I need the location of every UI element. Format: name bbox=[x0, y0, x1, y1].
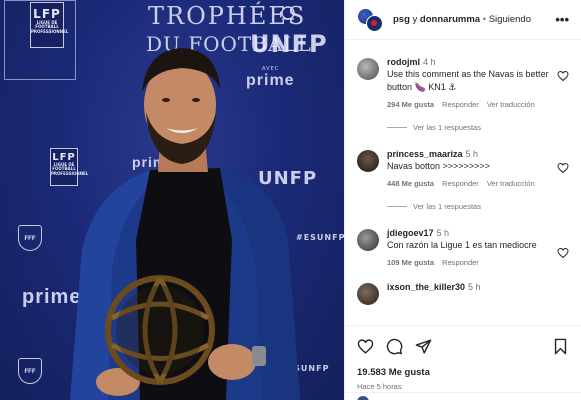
avatar[interactable] bbox=[357, 58, 379, 80]
reply-button[interactable]: Responder bbox=[442, 258, 479, 267]
post-panel: psg y donnarumma • Siguiendo ••• rodojml… bbox=[344, 0, 581, 400]
post-photo[interactable]: TROPHÉES DU FOOTBALL UNFP AVEC prime LFP… bbox=[0, 0, 344, 400]
comment-username[interactable]: rodojml bbox=[387, 57, 420, 67]
comment-item: jdiegoev17 5 h Con razón la Ligue 1 es ta… bbox=[357, 227, 569, 267]
more-icon[interactable]: ••• bbox=[555, 13, 569, 26]
avatar-donnarumma[interactable] bbox=[366, 14, 383, 32]
avatar bbox=[357, 396, 369, 400]
comment-username[interactable]: ixson_the_killer30 bbox=[387, 282, 465, 292]
comment-username[interactable]: princess_maariza bbox=[387, 149, 463, 159]
translate-button[interactable]: Ver traducción bbox=[487, 100, 535, 109]
post-likes-count[interactable]: 19.583 Me gusta bbox=[345, 367, 581, 378]
heart-icon[interactable] bbox=[557, 162, 569, 174]
view-replies-button[interactable]: Ver las 1 respuestas bbox=[387, 123, 569, 132]
share-icon[interactable] bbox=[415, 338, 432, 355]
reply-button[interactable]: Responder bbox=[442, 179, 479, 188]
author-link-donnarumma[interactable]: donnarumma bbox=[420, 14, 480, 25]
comment-item: princess_maariza 5 h Navas botton >>>>>>>… bbox=[357, 148, 569, 188]
avatar[interactable] bbox=[357, 150, 379, 172]
author-link-psg[interactable]: psg bbox=[393, 14, 410, 25]
save-icon[interactable] bbox=[552, 338, 569, 355]
avatar[interactable] bbox=[357, 283, 379, 305]
heart-icon[interactable] bbox=[557, 247, 569, 259]
post-author-line: psg y donnarumma • Siguiendo bbox=[393, 14, 547, 25]
player-figure bbox=[70, 48, 300, 400]
comment-time[interactable]: 5 h bbox=[437, 228, 450, 238]
comment-likes[interactable]: 109 Me gusta bbox=[387, 258, 434, 267]
comments-list[interactable]: rodojml 4 h Use this comment as the Navas… bbox=[345, 40, 581, 325]
comment-text: Con razón la Ligue 1 es tan mediocre bbox=[387, 240, 537, 250]
comment-item: rodojml 4 h Use this comment as the Navas… bbox=[357, 56, 569, 109]
comment-time[interactable]: 5 h bbox=[468, 282, 481, 292]
author-connector: y bbox=[409, 14, 420, 25]
instagram-post-view: TROPHÉES DU FOOTBALL UNFP AVEC prime LFP… bbox=[0, 0, 581, 400]
comment-item: ixson_the_killer30 5 h bbox=[357, 281, 569, 305]
comment-username[interactable]: jdiegoev17 bbox=[387, 228, 434, 238]
comment-text: Use this comment as the Navas is better … bbox=[387, 69, 549, 92]
avatar[interactable] bbox=[357, 229, 379, 251]
comment-time[interactable]: 5 h bbox=[466, 149, 479, 159]
heart-icon[interactable] bbox=[357, 338, 374, 355]
add-comment-bar[interactable] bbox=[345, 392, 581, 400]
comment-likes[interactable]: 448 Me gusta bbox=[387, 179, 434, 188]
heart-icon[interactable] bbox=[557, 70, 569, 82]
comment-time[interactable]: 4 h bbox=[423, 57, 436, 67]
translate-button[interactable]: Ver traducción bbox=[487, 179, 535, 188]
reply-button[interactable]: Responder bbox=[442, 100, 479, 109]
author-separator: • bbox=[480, 14, 489, 25]
trophy-shape bbox=[105, 275, 215, 385]
comment-likes[interactable]: 294 Me gusta bbox=[387, 100, 434, 109]
collab-avatars[interactable] bbox=[357, 7, 385, 32]
comment-text: Navas botton >>>>>>>>> bbox=[387, 161, 490, 171]
view-replies-button[interactable]: Ver las 1 respuestas bbox=[387, 202, 569, 211]
comment-icon[interactable] bbox=[386, 338, 403, 355]
following-status[interactable]: Siguiendo bbox=[489, 14, 531, 25]
post-actions-bar bbox=[345, 325, 581, 367]
post-header: psg y donnarumma • Siguiendo ••• bbox=[345, 0, 581, 40]
